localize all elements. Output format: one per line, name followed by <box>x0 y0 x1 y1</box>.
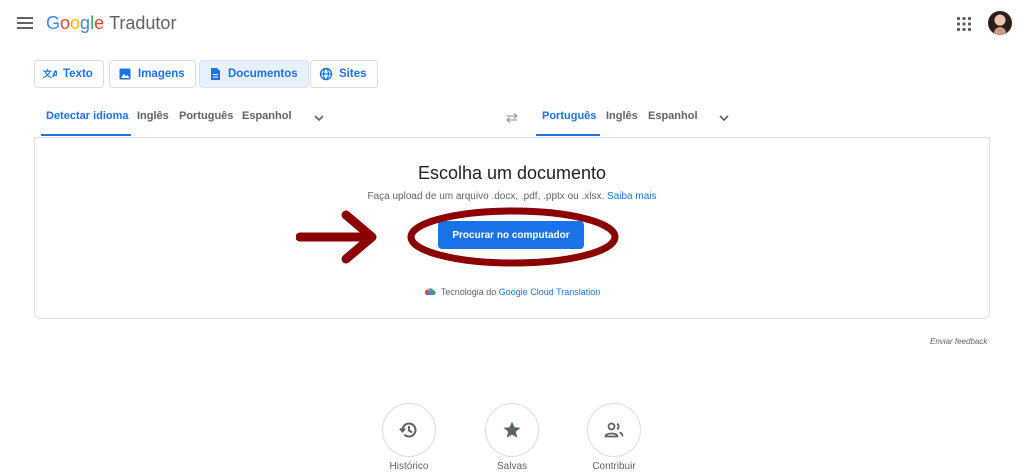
mode-label: Texto <box>63 68 93 80</box>
history-icon <box>399 422 417 438</box>
mode-images-button[interactable]: Imagens <box>109 60 196 88</box>
saved-button[interactable] <box>485 403 539 457</box>
mode-text-button[interactable]: 文A Texto <box>34 60 104 88</box>
document-icon <box>211 68 220 80</box>
contribute-label: Contribuir <box>592 461 636 472</box>
learn-more-link[interactable]: Saiba mais <box>607 191 656 202</box>
google-cloud-icon <box>424 288 436 295</box>
hamburger-menu-icon[interactable] <box>16 14 34 32</box>
target-lang-spanish[interactable]: Espanhol <box>648 110 698 122</box>
source-lang-portuguese[interactable]: Português <box>179 110 233 122</box>
globe-icon <box>319 67 333 81</box>
community-icon <box>604 422 624 438</box>
contribute-button[interactable] <box>587 403 641 457</box>
image-icon <box>119 68 131 80</box>
account-avatar[interactable] <box>988 11 1012 35</box>
chevron-down-icon[interactable] <box>313 112 325 124</box>
source-lang-detect[interactable]: Detectar idioma <box>46 110 129 122</box>
swap-languages-icon[interactable] <box>504 112 520 124</box>
star-icon <box>503 421 521 438</box>
google-cloud-translation-link[interactable]: Google Cloud Translation <box>499 287 601 297</box>
target-lang-english[interactable]: Inglês <box>606 110 638 122</box>
supported-formats-text: Faça upload de um arquivo .docx, .pdf, .… <box>367 191 605 202</box>
product-name: Tradutor <box>109 13 177 33</box>
powered-by-text: Tecnologia do <box>440 287 497 297</box>
mode-documents-button[interactable]: Documentos <box>199 60 309 88</box>
logo-letter: G <box>46 13 61 33</box>
send-feedback-link[interactable]: Enviar feedback <box>930 337 987 346</box>
logo-letter: o <box>70 13 81 33</box>
logo-letter: e <box>94 13 105 33</box>
google-translate-logo[interactable]: Google Tradutor <box>46 13 176 34</box>
source-lang-spanish[interactable]: Espanhol <box>242 110 292 122</box>
mode-label: Documentos <box>228 68 298 80</box>
card-subtitle: Faça upload de um arquivo .docx, .pdf, .… <box>0 191 1024 202</box>
translate-icon: 文A <box>43 68 57 80</box>
source-lang-english[interactable]: Inglês <box>137 110 169 122</box>
target-lang-portuguese[interactable]: Português <box>542 110 596 122</box>
history-button[interactable] <box>382 403 436 457</box>
active-tab-indicator <box>41 134 131 136</box>
apps-grid-icon[interactable] <box>956 16 972 32</box>
mode-label: Imagens <box>138 68 185 80</box>
svg-text:文A: 文A <box>43 68 57 80</box>
annotation-arrow-icon <box>296 210 377 264</box>
logo-letter: o <box>60 13 71 33</box>
card-title: Escolha um documento <box>417 163 607 183</box>
mode-label: Sites <box>339 68 367 80</box>
saved-label: Salvas <box>496 461 527 472</box>
history-label: Histórico <box>389 461 429 472</box>
active-tab-indicator <box>536 134 600 136</box>
logo-letter: g <box>80 13 91 33</box>
mode-sites-button[interactable]: Sites <box>310 60 378 88</box>
powered-by-line: Tecnologia do Google Cloud Translation <box>0 287 1024 297</box>
chevron-down-icon[interactable] <box>718 112 730 124</box>
annotation-ellipse <box>407 207 619 267</box>
